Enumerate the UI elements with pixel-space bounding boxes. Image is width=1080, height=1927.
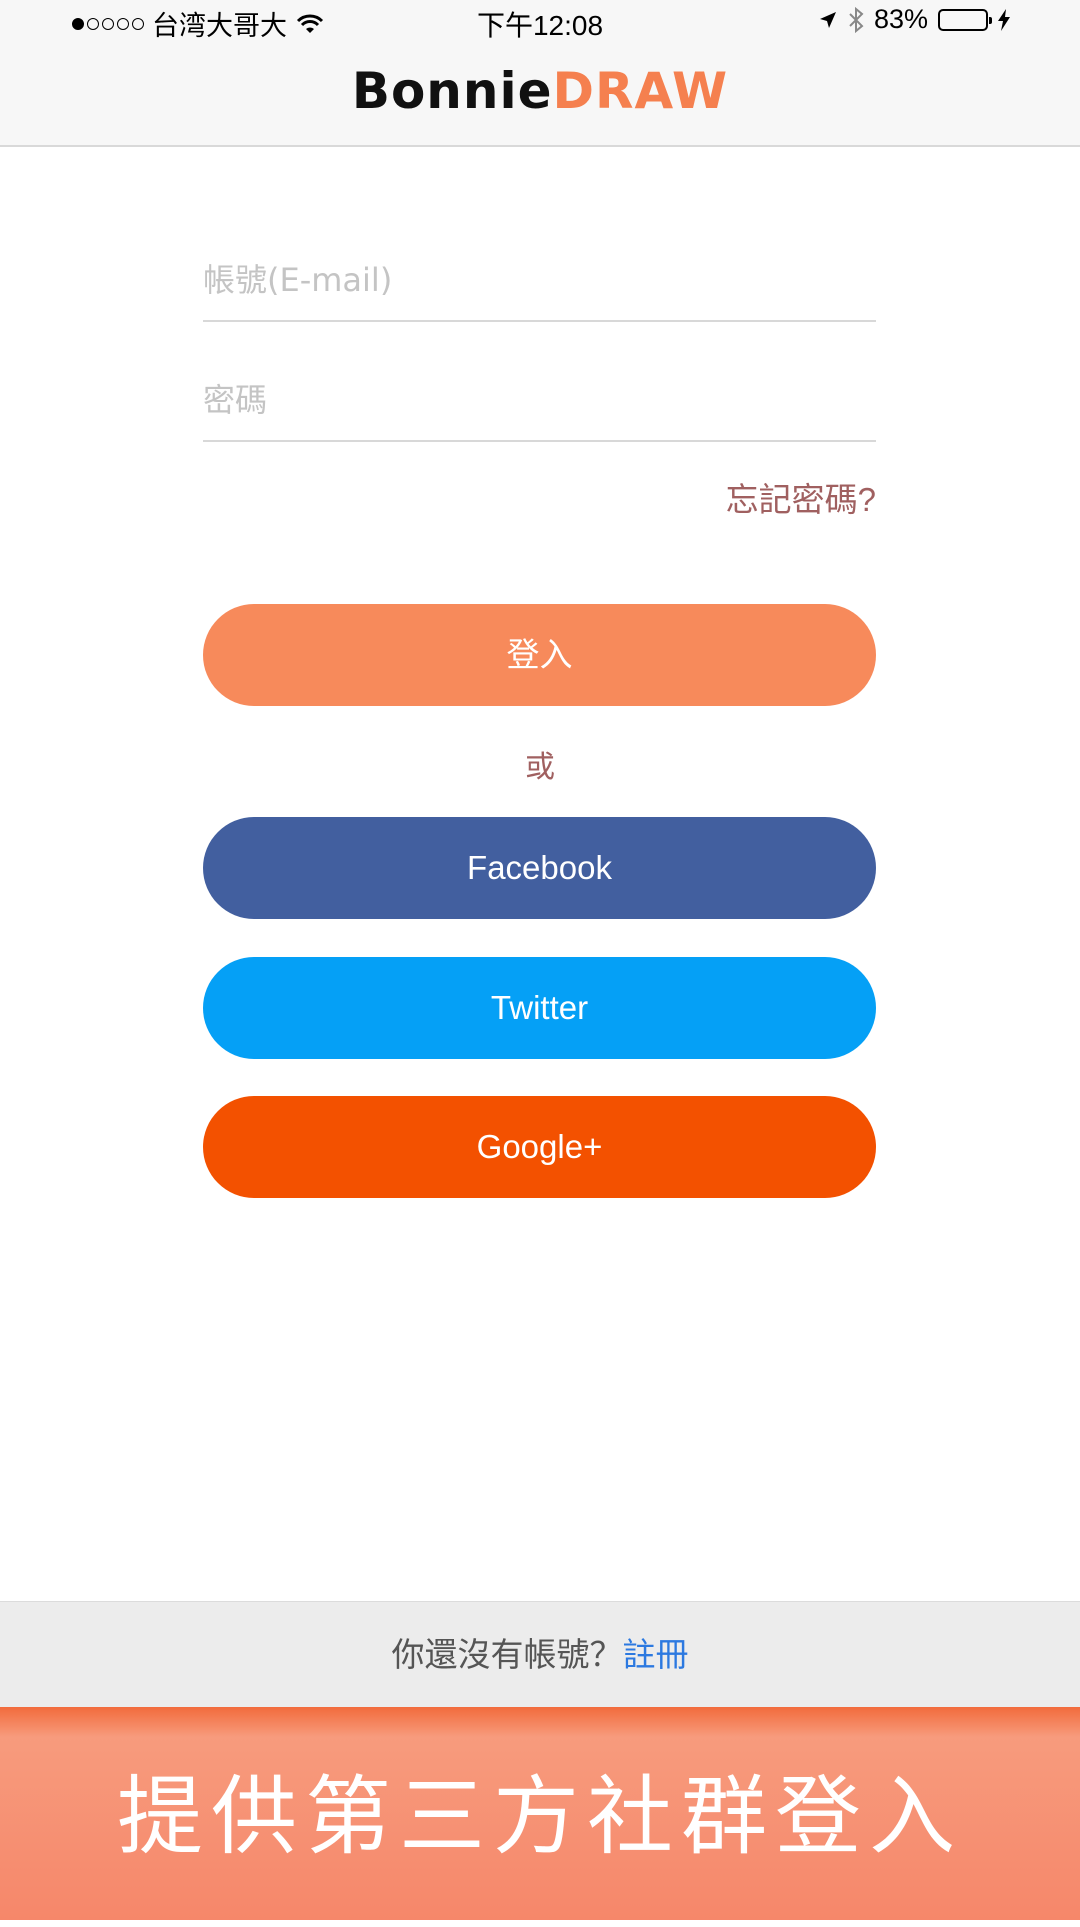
twitter-login-button[interactable]: Twitter: [203, 957, 876, 1059]
register-link[interactable]: 註冊: [623, 1636, 689, 1673]
app-logo: BonnieDRAW: [0, 62, 1080, 120]
logo-text-bonnie: Bonnie: [351, 62, 553, 120]
login-button[interactable]: 登入: [203, 604, 876, 706]
google-plus-login-button[interactable]: Google+: [203, 1096, 876, 1198]
battery-percent: 83%: [873, 4, 928, 34]
location-arrow-icon: [819, 11, 836, 28]
promo-banner: 提供第三方社群登入: [0, 1707, 1080, 1920]
password-field[interactable]: [203, 360, 876, 440]
logo-text-draw: DRAW: [552, 62, 729, 120]
battery-icon: [938, 8, 992, 31]
charging-bolt-icon: [998, 8, 1010, 31]
bluetooth-icon: [849, 6, 864, 33]
facebook-login-button[interactable]: Facebook: [203, 817, 876, 919]
email-field-container: [203, 240, 876, 322]
email-field[interactable]: [203, 240, 876, 320]
register-bar: 你還沒有帳號？註冊: [0, 1601, 1080, 1708]
password-field-container: [203, 360, 876, 442]
promo-banner-text: 提供第三方社群登入: [117, 1767, 963, 1867]
or-separator: 或: [525, 751, 555, 784]
register-prompt: 你還沒有帳號？: [391, 1636, 623, 1673]
status-right: 83%: [818, 4, 1010, 35]
forgot-password-link[interactable]: 忘記密碼?: [726, 473, 876, 521]
status-bar: 台湾大哥大 下午12:08 83%: [0, 0, 1080, 41]
top-bar: 台湾大哥大 下午12:08 83% BonnieDRAW: [0, 0, 1080, 147]
